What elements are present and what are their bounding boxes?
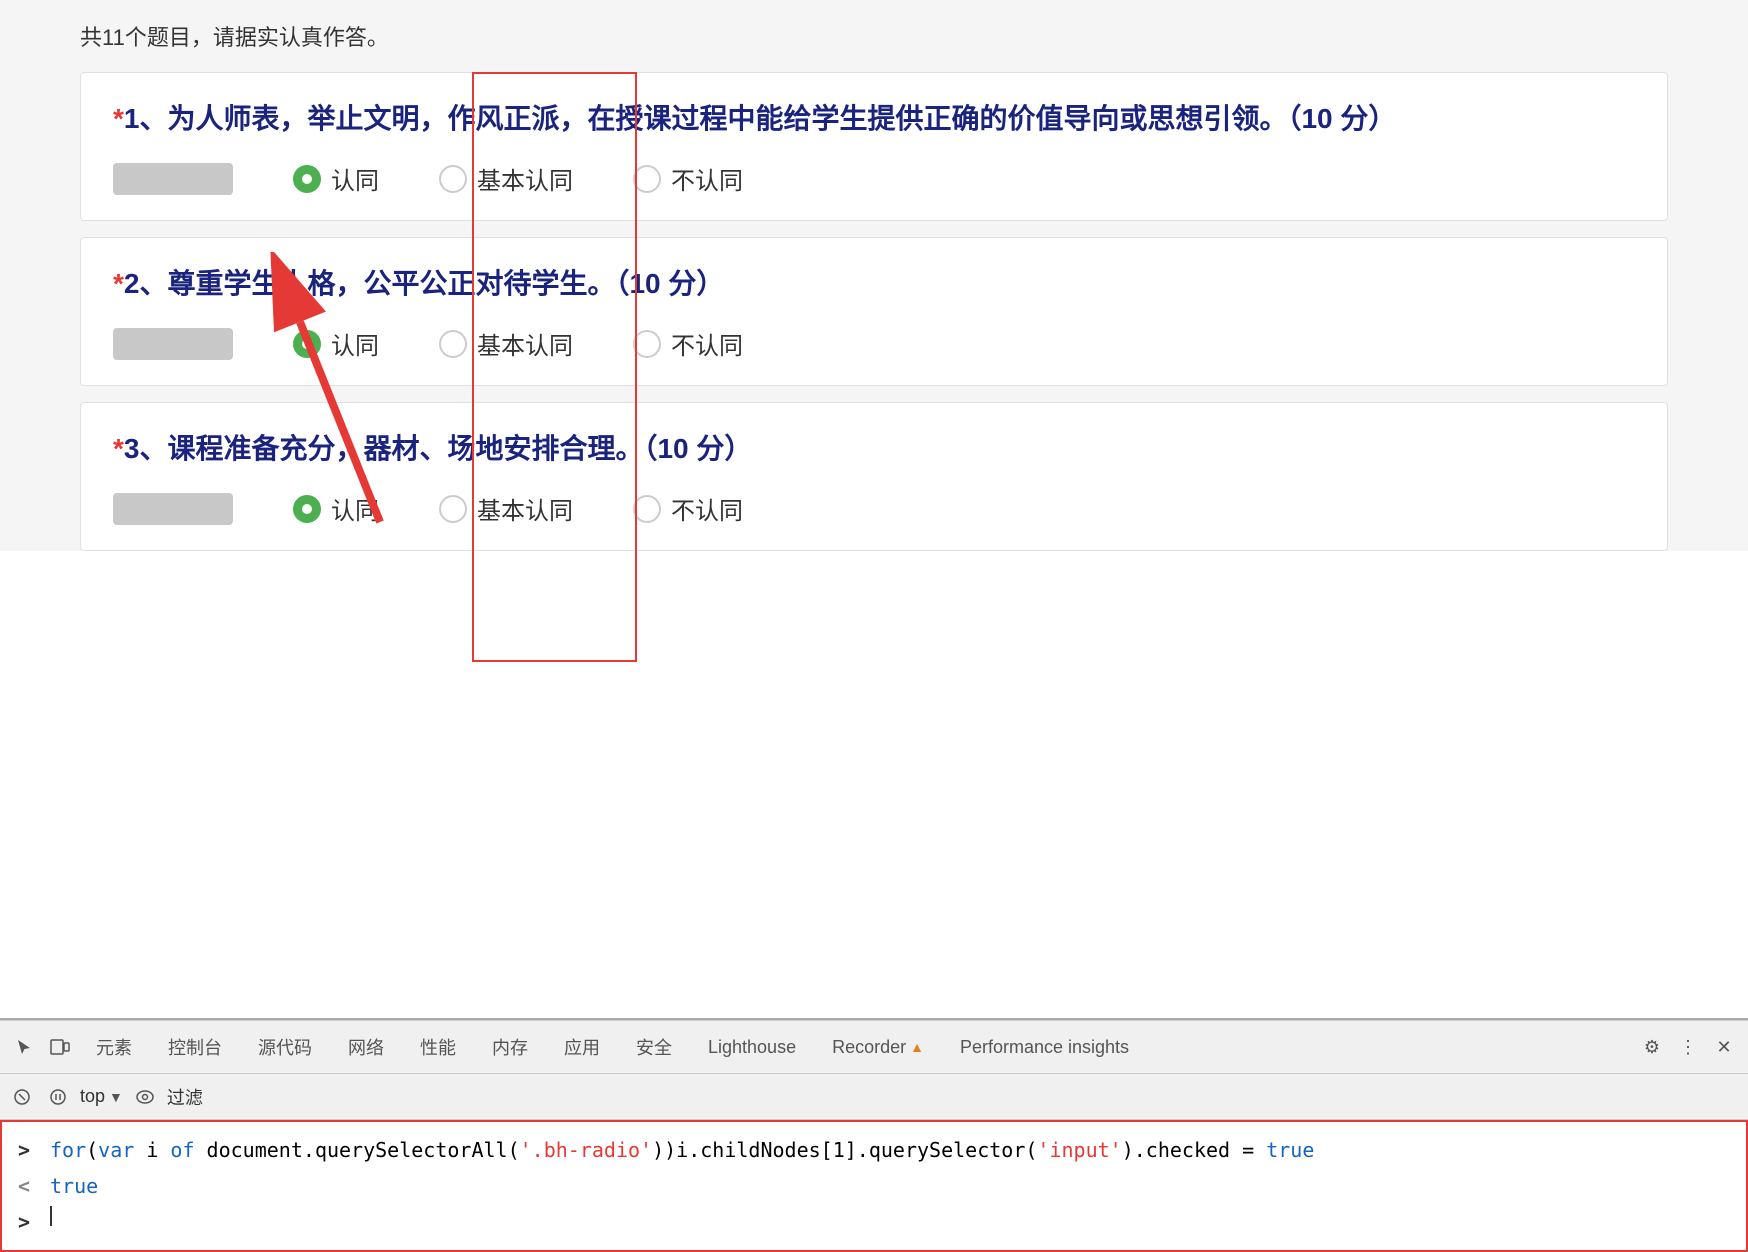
prompt-out: <	[18, 1170, 38, 1202]
cursor-icon-btn[interactable]	[8, 1031, 40, 1063]
radio-circle-1-1[interactable]	[439, 165, 467, 193]
console-code: for(var i of document.querySelectorAll('…	[50, 1134, 1314, 1166]
devtools-tabbar: 元素 控制台 源代码 网络 性能 内存 应用 安全 Lighthouse Rec…	[0, 1020, 1748, 1074]
top-label: top	[80, 1086, 105, 1107]
console-cursor-line[interactable]: >	[18, 1206, 1730, 1238]
radio-label-3-0: 认同	[331, 491, 379, 526]
top-notice: 共11个题目，请据实认真作答。	[80, 10, 1668, 72]
tab-recorder[interactable]: Recorder ▲	[816, 1031, 940, 1064]
radio-label-2-1: 基本认同	[477, 326, 573, 361]
radio-label-2-0: 认同	[331, 326, 379, 361]
tab-memory[interactable]: 内存	[476, 1028, 544, 1066]
question-options-row-1: 认同 基本认同 不认同	[113, 161, 1635, 196]
question-card-3: *3、课程准备充分，器材、场地安排合理。（10 分） 认同 基本认同 不认同	[80, 402, 1668, 551]
console-input-line: > for(var i of document.querySelectorAll…	[18, 1134, 1730, 1166]
close-icon-btn[interactable]: ✕	[1708, 1031, 1740, 1063]
tab-network[interactable]: 网络	[332, 1028, 400, 1066]
radio-option-3-1[interactable]: 基本认同	[439, 491, 573, 526]
radio-label-3-2: 不认同	[671, 491, 743, 526]
tab-application[interactable]: 应用	[548, 1028, 616, 1066]
radio-circle-1-2[interactable]	[633, 165, 661, 193]
radio-option-2-0[interactable]: 认同	[293, 326, 379, 361]
radio-option-1-2[interactable]: 不认同	[633, 161, 743, 196]
clear-console-btn[interactable]	[8, 1083, 36, 1111]
tab-lighthouse[interactable]: Lighthouse	[692, 1031, 812, 1064]
radio-label-1-0: 认同	[331, 161, 379, 196]
console-result: true	[50, 1170, 98, 1202]
tab-elements[interactable]: 元素	[80, 1028, 148, 1066]
radio-option-2-1[interactable]: 基本认同	[439, 326, 573, 361]
prompt-in: >	[18, 1134, 38, 1166]
radio-label-1-2: 不认同	[671, 161, 743, 196]
radio-option-3-0[interactable]: 认同	[293, 491, 379, 526]
console-output: > for(var i of document.querySelectorAll…	[0, 1120, 1748, 1252]
pause-btn[interactable]	[44, 1083, 72, 1111]
questions-wrapper: *1、为人师表，举止文明，作风正派，在授课过程中能给学生提供正确的价值导向或思想…	[80, 72, 1668, 551]
radio-option-1-0[interactable]: 认同	[293, 161, 379, 196]
question-options-row-2: 认同 基本认同 不认同	[113, 326, 1635, 361]
question-card-2: *2、尊重学生人格，公平公正对待学生。（10 分） 认同 基本认同 不认同	[80, 237, 1668, 386]
device-icon-btn[interactable]	[44, 1031, 76, 1063]
tab-performance[interactable]: 性能	[404, 1028, 472, 1066]
question-card-1: *1、为人师表，举止文明，作风正派，在授课过程中能给学生提供正确的价值导向或思想…	[80, 72, 1668, 221]
radio-label-2-2: 不认同	[671, 326, 743, 361]
avatar-1	[113, 163, 233, 195]
radio-option-2-2[interactable]: 不认同	[633, 326, 743, 361]
radio-label-1-1: 基本认同	[477, 161, 573, 196]
radio-circle-2-1[interactable]	[439, 330, 467, 358]
tab-sources[interactable]: 源代码	[242, 1028, 328, 1066]
dropdown-chevron-icon: ▼	[109, 1089, 123, 1105]
tab-performance-insights[interactable]: Performance insights	[944, 1031, 1145, 1064]
recorder-badge: ▲	[910, 1039, 924, 1055]
prompt-cursor: >	[18, 1206, 38, 1238]
radio-label-3-1: 基本认同	[477, 491, 573, 526]
cursor-blink	[50, 1206, 52, 1226]
radio-option-3-2[interactable]: 不认同	[633, 491, 743, 526]
avatar-2	[113, 328, 233, 360]
radio-option-1-1[interactable]: 基本认同	[439, 161, 573, 196]
radio-circle-3-0[interactable]	[293, 495, 321, 523]
radio-circle-2-2[interactable]	[633, 330, 661, 358]
main-content: 共11个题目，请据实认真作答。 *1、为人师表，举止文明，作风正派，在授课过程中…	[0, 0, 1748, 551]
filter-label: 过滤	[167, 1084, 203, 1110]
radio-circle-3-2[interactable]	[633, 495, 661, 523]
question-title-2: *2、尊重学生人格，公平公正对待学生。（10 分）	[113, 262, 1635, 302]
question-title-3: *3、课程准备充分，器材、场地安排合理。（10 分）	[113, 427, 1635, 467]
avatar-3	[113, 493, 233, 525]
radio-circle-3-1[interactable]	[439, 495, 467, 523]
console-toolbar: top ▼ 过滤	[0, 1074, 1748, 1120]
more-icon-btn[interactable]: ⋮	[1672, 1031, 1704, 1063]
question-title-1: *1、为人师表，举止文明，作风正派，在授课过程中能给学生提供正确的价值导向或思想…	[113, 97, 1635, 137]
radio-circle-1-0[interactable]	[293, 165, 321, 193]
question-options-row-3: 认同 基本认同 不认同	[113, 491, 1635, 526]
tab-console[interactable]: 控制台	[152, 1028, 238, 1066]
devtools-panel: 元素 控制台 源代码 网络 性能 内存 应用 安全 Lighthouse Rec…	[0, 1018, 1748, 1252]
radio-circle-2-0[interactable]	[293, 330, 321, 358]
console-output-line: < true	[18, 1170, 1730, 1202]
context-selector[interactable]: top ▼	[80, 1086, 123, 1107]
tab-security[interactable]: 安全	[620, 1028, 688, 1066]
eye-icon-btn[interactable]	[131, 1083, 159, 1111]
settings-icon-btn[interactable]: ⚙	[1636, 1031, 1668, 1063]
